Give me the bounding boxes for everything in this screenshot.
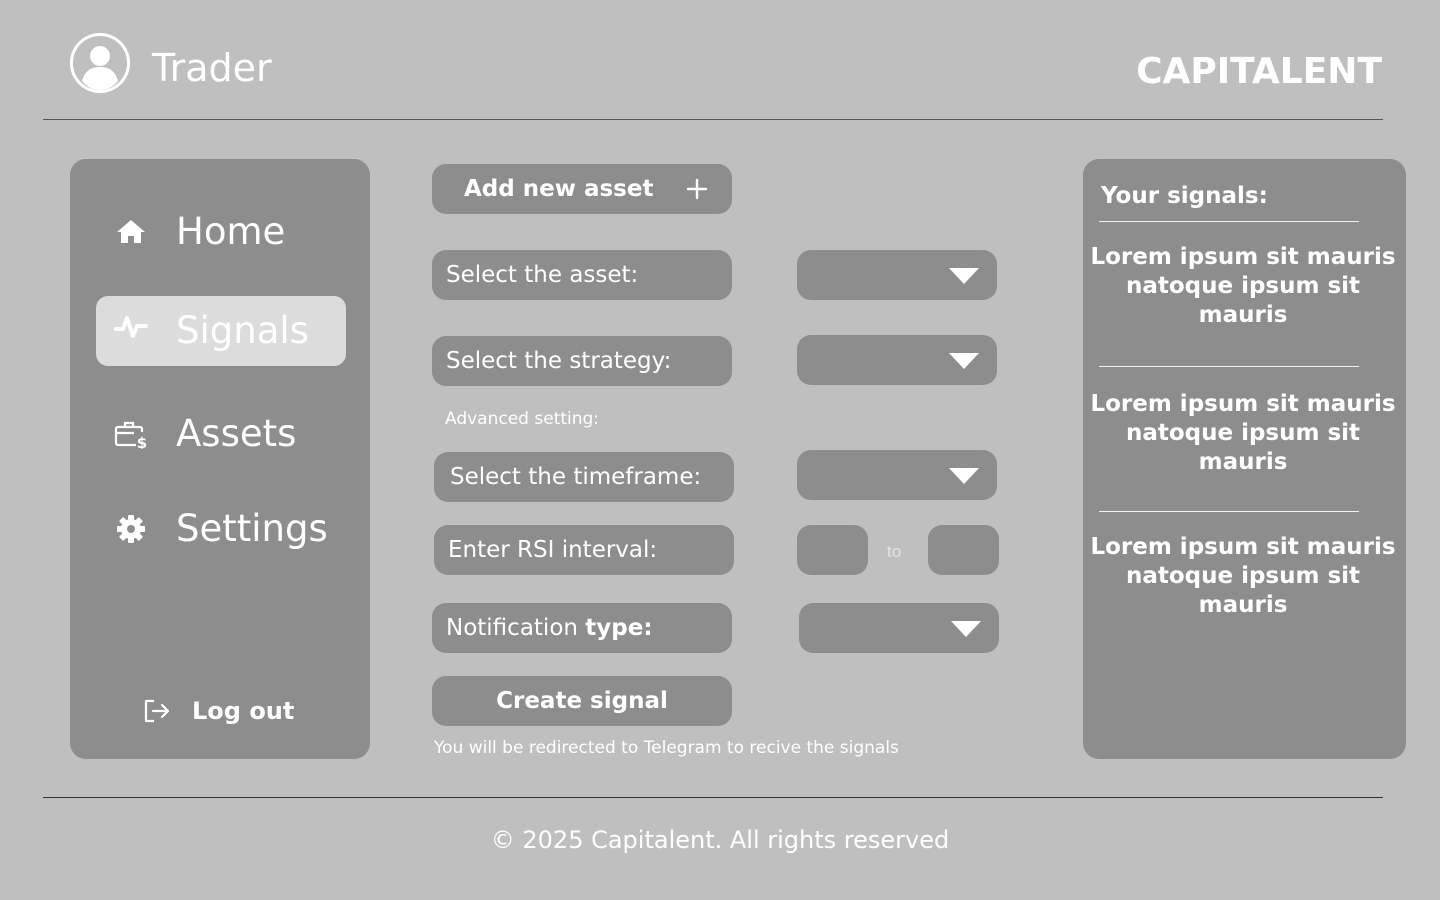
sidebar-item-label: Assets (176, 412, 297, 455)
notification-type-label: Notification type: (446, 615, 653, 641)
brand-logo[interactable]: CAPITALENT (1100, 50, 1382, 94)
strategy-dropdown[interactable] (797, 335, 997, 385)
select-timeframe-label: Select the timeframe: (450, 464, 702, 490)
advanced-setting-label: Advanced setting: (445, 409, 600, 429)
pulse-icon (114, 316, 148, 338)
signal-item[interactable]: Lorem ipsum sit mauris natoque ipsum sit… (1083, 243, 1403, 330)
notification-type-dropdown[interactable] (799, 603, 999, 653)
sidebar-item-label: Home (176, 210, 286, 253)
svg-text:$: $ (137, 434, 147, 449)
select-strategy-label: Select the strategy: (446, 348, 672, 374)
signal-item[interactable]: Lorem ipsum sit mauris natoque ipsum sit… (1083, 533, 1403, 620)
sidebar-item-label: Signals (176, 309, 309, 352)
plus-icon (686, 178, 708, 200)
select-asset-label-pill: Select the asset: (432, 250, 732, 300)
asset-dropdown[interactable] (797, 250, 997, 300)
chevron-down-icon (949, 468, 979, 484)
role-label: Trader (152, 46, 272, 90)
signals-divider (1099, 366, 1359, 367)
sidebar-item-home[interactable]: Home (96, 197, 346, 267)
timeframe-dropdown[interactable] (797, 450, 997, 500)
select-timeframe-label-pill: Select the timeframe: (434, 452, 734, 502)
add-asset-label: Add new asset (464, 176, 654, 202)
home-icon (117, 220, 145, 243)
rsi-min-input[interactable] (797, 525, 868, 575)
signals-title: Your signals: (1101, 183, 1268, 209)
add-asset-button[interactable]: Add new asset (432, 164, 732, 214)
rsi-interval-label: Enter RSI interval: (448, 537, 658, 563)
rsi-interval-label-pill: Enter RSI interval: (434, 525, 734, 575)
gear-icon (117, 515, 145, 543)
select-strategy-label-pill: Select the strategy: (432, 336, 732, 386)
create-signal-button[interactable]: Create signal (432, 676, 732, 726)
user-circle-icon[interactable] (70, 33, 130, 93)
signals-divider (1099, 511, 1359, 512)
chevron-down-icon (949, 353, 979, 369)
logout-icon (144, 699, 170, 723)
logout-label: Log out (192, 697, 295, 725)
sidebar-item-assets[interactable]: $ Assets (96, 399, 346, 469)
rsi-to-label: to (887, 542, 902, 561)
chevron-down-icon (949, 268, 979, 284)
signal-item[interactable]: Lorem ipsum sit mauris natoque ipsum sit… (1083, 390, 1403, 477)
signals-divider (1099, 221, 1359, 222)
create-signal-label: Create signal (496, 688, 668, 714)
signals-panel: Your signals: Lorem ipsum sit mauris nat… (1083, 159, 1406, 759)
footer-divider (43, 797, 1383, 798)
sidebar-item-signals[interactable]: Signals (96, 296, 346, 366)
chevron-down-icon (951, 621, 981, 637)
select-asset-label: Select the asset: (446, 262, 639, 288)
header-divider (43, 119, 1383, 120)
sidebar: Home Signals $ Assets Settings Log out (70, 159, 370, 759)
sidebar-item-label: Settings (176, 507, 328, 550)
footer-copyright: © 2025 Capitalent. All rights reserved (490, 826, 950, 854)
sidebar-item-settings[interactable]: Settings (96, 494, 346, 564)
notification-type-label-pill: Notification type: (432, 603, 732, 653)
briefcase-dollar-icon: $ (114, 421, 148, 449)
rsi-max-input[interactable] (928, 525, 999, 575)
redirect-note: You will be redirected to Telegram to re… (434, 738, 899, 758)
